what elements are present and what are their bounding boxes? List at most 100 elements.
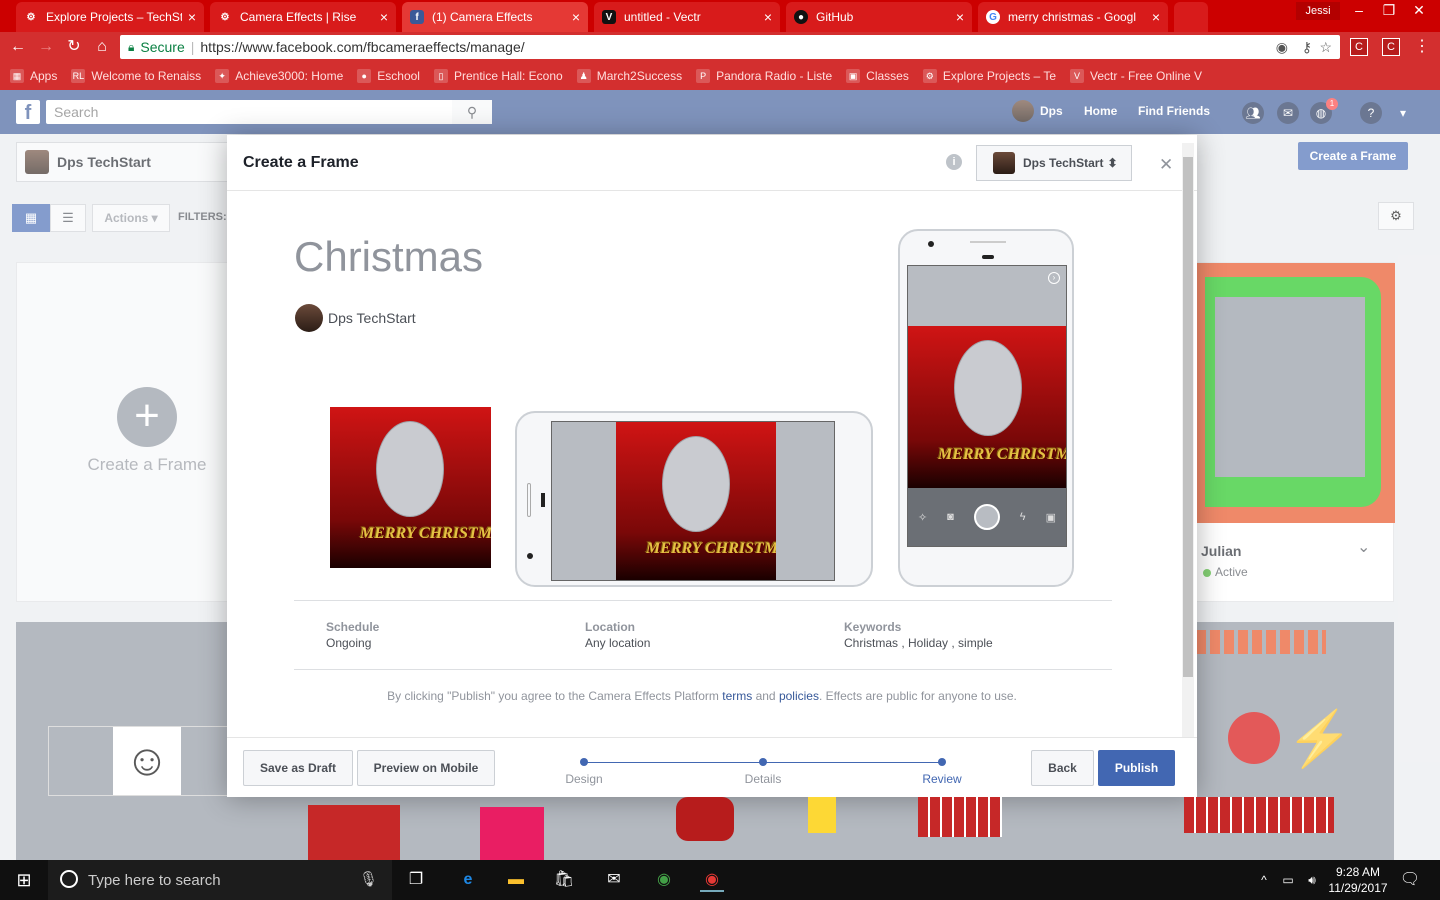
location-value: Any location bbox=[585, 636, 651, 650]
info-icon[interactable]: i bbox=[946, 154, 962, 170]
taskbar-search[interactable]: Type here to search 🎙︎ bbox=[48, 860, 392, 900]
publish-button[interactable]: Publish bbox=[1098, 750, 1175, 786]
forward-arrow-icon[interactable]: → bbox=[36, 37, 56, 57]
close-icon[interactable]: ✕ bbox=[1159, 155, 1173, 175]
tab-title: Camera Effects | Rise bbox=[240, 10, 357, 24]
top-divider bbox=[294, 600, 1112, 601]
extension-c2-icon[interactable]: C bbox=[1382, 38, 1400, 56]
teeth-decoration bbox=[918, 797, 1002, 837]
step-dot-details[interactable] bbox=[759, 758, 767, 766]
flash-icon: ϟ bbox=[1019, 511, 1026, 523]
save-draft-button[interactable]: Save as Draft bbox=[243, 750, 353, 786]
close-icon[interactable]: × bbox=[956, 9, 964, 25]
cortana-icon bbox=[60, 870, 78, 888]
dialog-header: Create a Frame i Dps TechStart ⬍ ✕ bbox=[227, 135, 1197, 191]
mail-icon[interactable]: ✉ bbox=[602, 868, 626, 892]
bookmark-explore-projects[interactable]: ⚙ Explore Projects – Te bbox=[922, 69, 1056, 83]
clock-date: 11/29/2017 bbox=[1328, 881, 1388, 895]
windows-start-icon[interactable]: ⊞ bbox=[0, 860, 48, 900]
bookmarks-bar: ▦ Apps RL Welcome to Renaiss ✦ Achieve3000:… bbox=[0, 62, 1440, 90]
file-explorer-icon[interactable]: ▬ bbox=[504, 868, 528, 892]
chevron-up-icon[interactable]: ^ bbox=[1252, 868, 1276, 892]
tab-camera-effects-rise[interactable]: ⚙ Camera Effects | Rise × bbox=[210, 2, 396, 32]
bookmark-pandora[interactable]: P Pandora Radio - Liste bbox=[696, 69, 832, 83]
minimize-icon[interactable]: – bbox=[1344, 0, 1374, 20]
network-icon[interactable]: ▭ bbox=[1276, 868, 1300, 892]
edge-icon[interactable]: e bbox=[456, 868, 480, 892]
bookmark-classes[interactable]: ▣ Classes bbox=[846, 69, 909, 83]
action-center-icon[interactable]: 🗨︎ bbox=[1398, 868, 1422, 892]
policies-link[interactable]: policies bbox=[779, 689, 819, 703]
key-icon[interactable]: ⚷ bbox=[1302, 39, 1312, 56]
tab-google[interactable]: G merry christmas - Googl × bbox=[978, 2, 1168, 32]
step-details[interactable]: Details bbox=[723, 772, 803, 786]
microphone-icon[interactable]: 🎙︎ bbox=[359, 870, 378, 888]
merry-christmas-art: MERRY CHRISTMAS bbox=[646, 540, 776, 557]
apps-grid-icon: ▦ bbox=[10, 69, 24, 83]
schedule-value: Ongoing bbox=[326, 636, 372, 650]
landscape-phone-preview: MERRY CHRISTMAS bbox=[515, 411, 873, 587]
chrome-icon[interactable]: ◉ bbox=[652, 868, 676, 892]
url-field[interactable]: 🔒︎ Secure | https://www.facebook.com/fbc… bbox=[120, 35, 1340, 59]
page-dropdown[interactable]: Dps TechStart ⬍ bbox=[976, 145, 1132, 181]
ornament-decoration bbox=[676, 797, 734, 841]
back-button[interactable]: Back bbox=[1031, 750, 1094, 786]
earpiece bbox=[982, 255, 994, 259]
scrollbar-thumb[interactable] bbox=[1183, 157, 1193, 677]
tab-explore-projects[interactable]: ⚙ Explore Projects – TechSt × bbox=[16, 2, 204, 32]
close-icon[interactable]: × bbox=[1152, 9, 1160, 25]
tab-github[interactable]: ● GitHub × bbox=[786, 2, 972, 32]
terms-link[interactable]: terms bbox=[722, 689, 752, 703]
preview-mobile-button[interactable]: Preview on Mobile bbox=[357, 750, 495, 786]
close-icon[interactable]: × bbox=[380, 9, 388, 25]
step-review[interactable]: Review bbox=[902, 772, 982, 786]
bookmark-apps[interactable]: ▦ Apps bbox=[10, 69, 57, 83]
close-icon[interactable]: × bbox=[764, 9, 772, 25]
camera-icon: ◙ bbox=[947, 511, 954, 523]
dialog-scrollbar[interactable] bbox=[1182, 143, 1194, 739]
bookmark-prentice-hall[interactable]: ▯ Prentice Hall: Econo bbox=[433, 69, 563, 83]
step-dot-design[interactable] bbox=[580, 758, 588, 766]
store-icon[interactable]: 🛍︎ bbox=[552, 868, 576, 892]
step-design[interactable]: Design bbox=[544, 772, 624, 786]
speaker-grille bbox=[970, 241, 1006, 243]
task-view-icon[interactable]: ❐ bbox=[404, 868, 428, 892]
reload-icon[interactable]: ↻ bbox=[64, 37, 84, 57]
home-icon[interactable]: ⌂ bbox=[92, 37, 112, 57]
chrome-active-icon[interactable]: ◉ bbox=[700, 868, 724, 892]
location-label: Location bbox=[585, 620, 635, 634]
frame-thumbnails-bottom bbox=[296, 797, 1394, 860]
bookmark-eschool[interactable]: ● Eschool bbox=[357, 69, 420, 83]
bookmark-achieve3000[interactable]: ✦ Achieve3000: Home bbox=[215, 69, 343, 83]
square-frame-preview: MERRY CHRISTMAS bbox=[330, 407, 491, 568]
step-dot-review[interactable] bbox=[938, 758, 946, 766]
restore-icon[interactable]: ❐ bbox=[1374, 0, 1404, 20]
back-arrow-icon[interactable]: ← bbox=[8, 37, 28, 57]
close-icon[interactable]: × bbox=[572, 9, 580, 25]
dialog-title: Create a Frame bbox=[243, 154, 359, 171]
new-tab-button[interactable] bbox=[1174, 2, 1208, 32]
bookmark-renaissance[interactable]: RL Welcome to Renaiss bbox=[71, 69, 201, 83]
page-icon: ▯ bbox=[433, 69, 448, 83]
tab-camera-effects-active[interactable]: f (1) Camera Effects × bbox=[402, 2, 588, 32]
camera-blocked-icon[interactable]: ◉ bbox=[1276, 39, 1288, 56]
extension-c-icon[interactable]: C bbox=[1350, 38, 1368, 56]
menu-dots-icon[interactable]: ⋮ bbox=[1412, 37, 1432, 57]
schedule-label: Schedule bbox=[326, 620, 380, 634]
star-icon[interactable]: ☆ bbox=[1319, 39, 1332, 56]
browser-user[interactable]: Jessi bbox=[1296, 2, 1340, 20]
bookmark-label: Eschool bbox=[377, 69, 420, 83]
portrait-phone-preview: › MERRY CHRISTMAS ✧ ◙ ϟ ▣ bbox=[898, 229, 1074, 587]
bookmark-label: Apps bbox=[30, 69, 58, 83]
bookmark-label: Achieve3000: Home bbox=[235, 69, 344, 83]
bookmark-march2success[interactable]: ♟ March2Success bbox=[576, 69, 682, 83]
pink-gift-decoration bbox=[480, 807, 544, 860]
system-clock[interactable]: 9:28 AM 11/29/2017 bbox=[1320, 864, 1396, 896]
tab-vectr[interactable]: V untitled - Vectr × bbox=[594, 2, 780, 32]
bookmark-vectr[interactable]: V Vectr - Free Online V bbox=[1070, 69, 1202, 83]
close-window-icon[interactable]: ✕ bbox=[1404, 0, 1434, 20]
tab-title: merry christmas - Googl bbox=[1008, 10, 1137, 24]
landscape-frame-art: MERRY CHRISTMAS bbox=[616, 422, 776, 580]
close-icon[interactable]: × bbox=[188, 9, 196, 25]
camera-dot bbox=[928, 241, 934, 247]
